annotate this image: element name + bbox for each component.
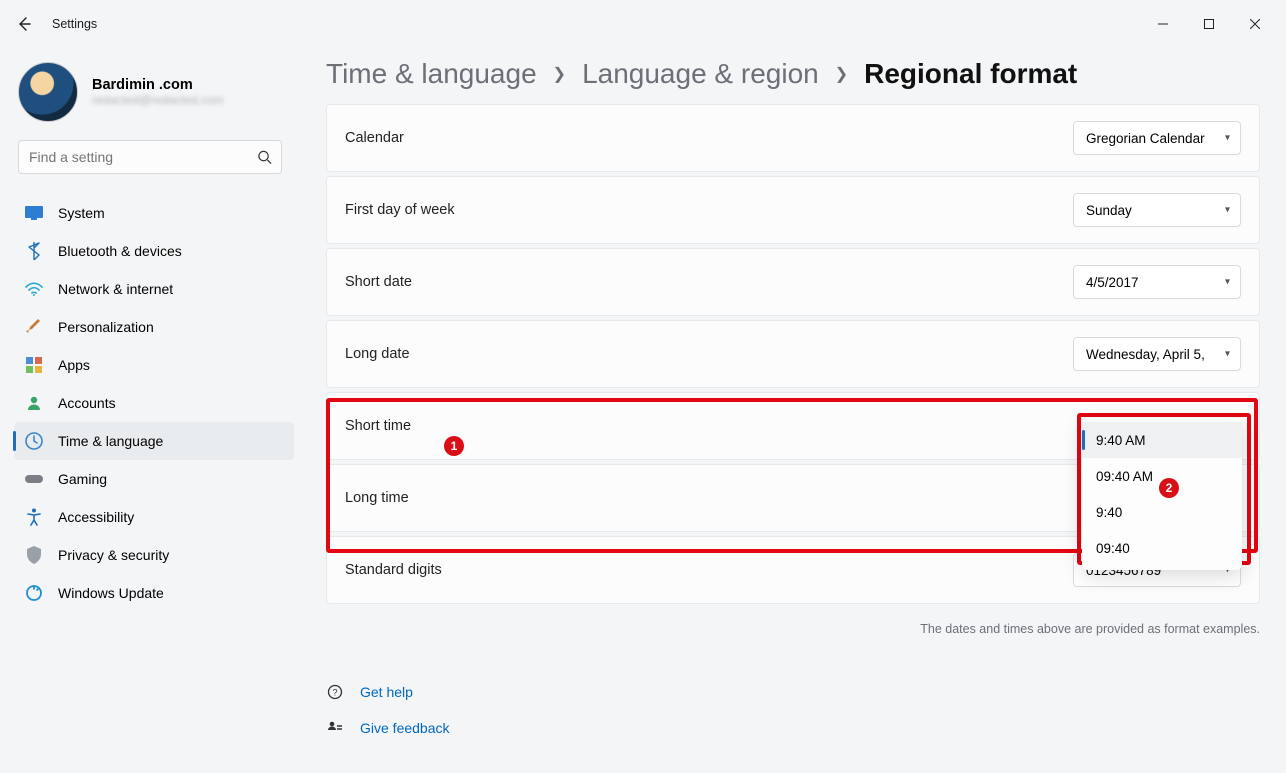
arrow-left-icon xyxy=(16,16,32,32)
profile-name: Bardimin .com xyxy=(92,77,224,93)
update-icon xyxy=(24,583,44,603)
help-icon: ? xyxy=(326,683,344,701)
nav-label: System xyxy=(58,205,105,221)
maximize-button[interactable] xyxy=(1186,8,1232,40)
display-icon xyxy=(24,203,44,223)
first-day-dropdown[interactable]: Sunday ▾ xyxy=(1073,193,1241,227)
short-time-option[interactable]: 09:40 xyxy=(1082,530,1242,566)
person-icon xyxy=(24,393,44,413)
give-feedback-row: Give feedback xyxy=(326,710,1260,746)
row-calendar: Calendar Gregorian Calendar ▾ xyxy=(326,104,1260,172)
links: ? Get help Give feedback xyxy=(326,674,1260,746)
chevron-down-icon: ▾ xyxy=(1225,205,1230,216)
nav-label: Personalization xyxy=(58,319,154,335)
nav-label: Accessibility xyxy=(58,509,134,525)
titlebar: Settings xyxy=(0,0,1286,48)
breadcrumb-time-language[interactable]: Time & language xyxy=(326,58,537,90)
row-long-date: Long date Wednesday, April 5, ▾ xyxy=(326,320,1260,388)
sidebar-item-windows-update[interactable]: Windows Update xyxy=(14,574,294,612)
apps-icon xyxy=(24,355,44,375)
annotation-badge-1: 1 xyxy=(444,436,464,456)
sidebar-item-personalization[interactable]: Personalization xyxy=(14,308,294,346)
accessibility-icon xyxy=(24,507,44,527)
short-time-option[interactable]: 9:40 xyxy=(1082,494,1242,530)
sidebar-item-bluetooth[interactable]: Bluetooth & devices xyxy=(14,232,294,270)
sidebar-item-system[interactable]: System xyxy=(14,194,294,232)
row-label: Short date xyxy=(345,274,412,290)
clock-globe-icon xyxy=(24,431,44,451)
row-label: Standard digits xyxy=(345,562,442,578)
chevron-down-icon: ▾ xyxy=(1225,133,1230,144)
nav-label: Privacy & security xyxy=(58,547,169,563)
gamepad-icon xyxy=(24,469,44,489)
nav-list: System Bluetooth & devices Network & int… xyxy=(0,188,300,612)
dropdown-value: 4/5/2017 xyxy=(1086,275,1139,290)
row-first-day: First day of week Sunday ▾ xyxy=(326,176,1260,244)
row-short-date: Short date 4/5/2017 ▾ xyxy=(326,248,1260,316)
sidebar-item-privacy[interactable]: Privacy & security xyxy=(14,536,294,574)
profile-email: redacted@redacted.com xyxy=(92,93,224,107)
nav-label: Gaming xyxy=(58,471,107,487)
dropdown-value: Gregorian Calendar xyxy=(1086,131,1205,146)
annotation-badge-2: 2 xyxy=(1159,478,1179,498)
nav-label: Accounts xyxy=(58,395,116,411)
sidebar-item-apps[interactable]: Apps xyxy=(14,346,294,384)
sidebar-item-accounts[interactable]: Accounts xyxy=(14,384,294,422)
window-title: Settings xyxy=(52,17,97,31)
short-date-dropdown[interactable]: 4/5/2017 ▾ xyxy=(1073,265,1241,299)
nav-label: Windows Update xyxy=(58,585,164,601)
wifi-icon xyxy=(24,279,44,299)
row-label: First day of week xyxy=(345,202,455,218)
avatar xyxy=(18,62,78,122)
dropdown-value: Wednesday, April 5, xyxy=(1086,347,1205,362)
breadcrumb-regional-format: Regional format xyxy=(864,58,1077,90)
sidebar-item-time-language[interactable]: Time & language xyxy=(14,422,294,460)
nav-label: Time & language xyxy=(58,433,163,449)
back-button[interactable] xyxy=(8,8,40,40)
window-controls xyxy=(1140,8,1278,40)
row-label: Long time xyxy=(345,490,409,506)
dropdown-value: Sunday xyxy=(1086,203,1132,218)
sidebar-item-network[interactable]: Network & internet xyxy=(14,270,294,308)
search-icon xyxy=(257,150,272,165)
close-button[interactable] xyxy=(1232,8,1278,40)
calendar-dropdown[interactable]: Gregorian Calendar ▾ xyxy=(1073,121,1241,155)
search-input[interactable] xyxy=(18,140,282,174)
format-note: The dates and times above are provided a… xyxy=(326,622,1260,636)
row-label: Long date xyxy=(345,346,410,362)
give-feedback-link[interactable]: Give feedback xyxy=(360,720,450,736)
nav-label: Network & internet xyxy=(58,281,173,297)
chevron-right-icon: ❯ xyxy=(835,64,848,84)
minimize-button[interactable] xyxy=(1140,8,1186,40)
nav-label: Bluetooth & devices xyxy=(58,243,182,259)
svg-text:?: ? xyxy=(332,688,337,698)
short-time-option[interactable]: 9:40 AM xyxy=(1082,422,1242,458)
sidebar-item-gaming[interactable]: Gaming xyxy=(14,460,294,498)
breadcrumb-language-region[interactable]: Language & region xyxy=(582,58,819,90)
row-label: Short time xyxy=(345,418,411,434)
row-label: Calendar xyxy=(345,130,404,146)
get-help-row: ? Get help xyxy=(326,674,1260,710)
chevron-down-icon: ▾ xyxy=(1225,349,1230,360)
shield-icon xyxy=(24,545,44,565)
user-profile[interactable]: Bardimin .com redacted@redacted.com xyxy=(0,54,300,140)
chevron-down-icon: ▾ xyxy=(1225,277,1230,288)
paintbrush-icon xyxy=(24,317,44,337)
sidebar-item-accessibility[interactable]: Accessibility xyxy=(14,498,294,536)
breadcrumb: Time & language ❯ Language & region ❯ Re… xyxy=(326,58,1260,90)
nav-label: Apps xyxy=(58,357,90,373)
chevron-right-icon: ❯ xyxy=(553,64,566,84)
main-pane: Time & language ❯ Language & region ❯ Re… xyxy=(300,48,1286,773)
search-field[interactable] xyxy=(18,140,282,174)
get-help-link[interactable]: Get help xyxy=(360,684,413,700)
long-date-dropdown[interactable]: Wednesday, April 5, ▾ xyxy=(1073,337,1241,371)
feedback-icon xyxy=(326,719,344,737)
bluetooth-icon xyxy=(24,241,44,261)
sidebar: Bardimin .com redacted@redacted.com Syst… xyxy=(0,48,300,773)
